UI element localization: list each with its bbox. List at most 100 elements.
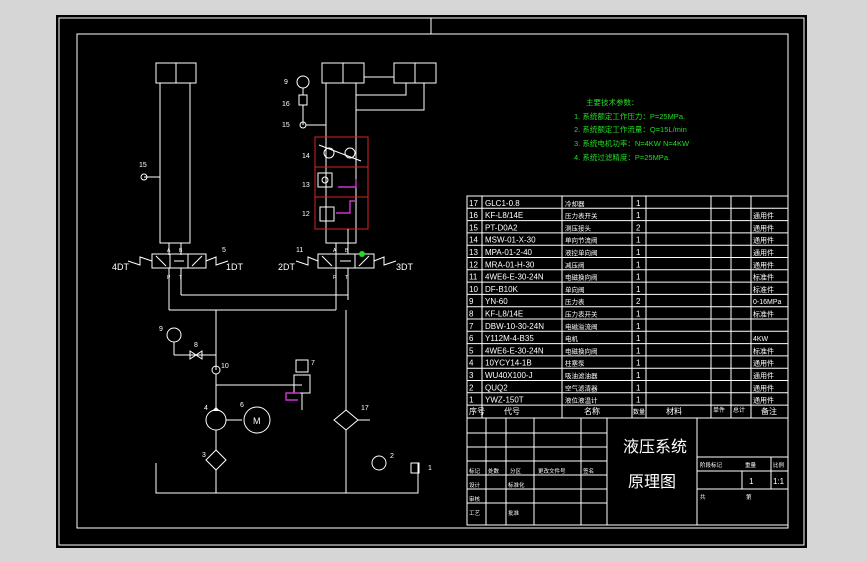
parts-cell-no: 2 [469,383,474,392]
label-15-left: 15 [139,162,147,169]
label-17: 17 [361,405,369,412]
parts-cell-name: 电磁溢流阀 [565,322,598,331]
parts-cell-code: YN-60 [485,297,508,306]
parts-cell-qty: 1 [636,396,641,405]
pump-icon [205,409,227,431]
parts-cell-no: 14 [469,236,478,245]
tb-label: 处数 [488,467,500,475]
tb-label: 标准化 [508,481,525,489]
drawing-title-1: 液压系统 [623,438,687,456]
header-code: 代号 [504,406,520,416]
label-4: 4 [204,405,208,412]
tb-qty: 1 [749,477,754,486]
parts-cell-note: 标准件 [753,285,774,294]
label-9-left: 9 [159,326,163,333]
parts-cell-qty: 1 [636,285,641,294]
cylinder-center [321,62,365,244]
tech-requirements: 主要技术参数： 1. 系统额定工作压力：P=25MPa. 2. 系统额定工作流量… [574,97,690,162]
label-1: 1 [428,465,432,472]
parts-cell-note: 标准件 [753,346,774,355]
tb-label: 设计 [469,481,481,489]
label-5: 5 [222,247,226,254]
parts-cell-qty: 2 [636,223,641,232]
parts-cell-no: 11 [469,273,478,282]
tech-item: 4. 系统过滤精度：P=25MPa. [574,152,670,162]
tb-label: 更改文件号 [538,467,566,475]
drawing-sheet: 9 16 15 15 14 13 12 5 11 9 8 10 7 4 6 3 … [56,15,807,548]
parts-cell-code: YWZ-150T [485,396,524,405]
parts-cell-name: 吸油滤油器 [565,371,598,380]
tb-label: 签名 [583,467,594,475]
parts-cell-name: 测压接头 [565,223,592,232]
header-note: 备注 [761,406,777,416]
parts-cell-no: 10 [469,285,478,294]
parts-cell-no: 15 [469,223,478,232]
parts-cell-note: 通用件 [753,260,774,269]
label-10: 10 [221,363,229,370]
parts-cell-name: 单向阀 [565,285,585,294]
tech-item: 2. 系统额定工作流量：Q=15L/min [574,124,687,134]
header-total: 总计 [733,406,745,414]
parts-cell-no: 1 [469,396,474,405]
parts-cell-qty: 1 [636,260,641,269]
parts-cell-note: 标准件 [753,273,774,282]
parts-cell-name: 空气滤清器 [565,383,598,392]
parts-cell-code: MSW-01-X-30 [485,236,536,245]
parts-cell-qty: 1 [636,211,641,220]
parts-cell-code: KF-L8/14E [485,211,523,220]
parts-cell-qty: 2 [636,297,641,306]
parts-cell-code: 4WE6-E-30-24N [485,273,544,282]
tech-item: 3. 系统电机功率：N=4KW N=4KW [574,138,690,148]
tb-label: 比例 [773,461,785,469]
tech-item: 1. 系统额定工作压力：P=25MPa. [574,111,685,121]
parts-cell-code: MPA-01-2-40 [485,248,533,257]
parts-cell-qty: 1 [636,248,641,257]
parts-cell-name: 压力表 [565,297,585,306]
gauge-left-icon [166,327,182,343]
label-7: 7 [311,360,315,367]
parts-cell-name: 压力表开关 [565,211,598,220]
parts-cell-name: 电磁换向阀 [565,346,598,355]
tb-label: 阶段标记 [700,461,723,469]
label-6: 6 [240,402,244,409]
parts-cell-note: 通用件 [753,248,774,257]
parts-cell-name: 液控单向阀 [565,248,598,257]
parts-cell-note: 通用件 [753,211,774,220]
parts-cell-no: 3 [469,371,474,380]
parts-cell-name: 柱塞泵 [565,359,585,368]
parts-cell-no: 13 [469,248,478,257]
parts-cell-qty: 1 [636,310,641,319]
port-b-left: B [179,248,183,254]
label-14: 14 [302,153,310,160]
port-t-left: T [179,275,182,281]
parts-cell-name: 电磁换向阀 [565,273,598,282]
dir-valve-right [295,229,397,310]
parts-cell-qty: 1 [636,199,641,208]
parts-cell-no: 8 [469,310,474,319]
thermometer-icon [371,455,387,471]
parts-cell-code: QUQ2 [485,383,508,392]
label-12: 12 [302,211,310,218]
parts-cell-name: 压力表开关 [565,310,598,319]
parts-cell-qty: 1 [636,322,641,331]
parts-cell-code: DBW-10-30-24N [485,322,544,331]
parts-cell-note: 通用件 [753,359,774,368]
parts-cell-code: 10YCY14-1B [485,359,532,368]
parts-cell-name: 液位液温计 [565,396,598,405]
parts-cell-code: DF-B10K [485,285,519,294]
parts-cell-no: 5 [469,346,474,355]
label-11: 11 [296,247,303,254]
tb-label: 标记 [469,467,481,475]
parts-cell-note: 4KW [753,336,769,343]
parts-list: 17 GLC1-0.8 冷却器 116 KF-L8/14E 压力表开关 1 通用件15 PT-D… [466,195,789,419]
drawing-title-2: 原理图 [628,474,676,491]
parts-cell-code: 4WE6-E-30-24N [485,346,544,355]
parts-cell-note: 通用件 [753,371,774,380]
parts-cell-no: 4 [469,359,474,368]
parts-cell-no: 7 [469,322,474,331]
tb-sheet-total: 共 [700,493,706,501]
header-no: 序号 [469,406,485,416]
cylinder-left [155,62,197,255]
tb-label: 工艺 [469,510,481,517]
label-2: 2 [390,453,394,460]
